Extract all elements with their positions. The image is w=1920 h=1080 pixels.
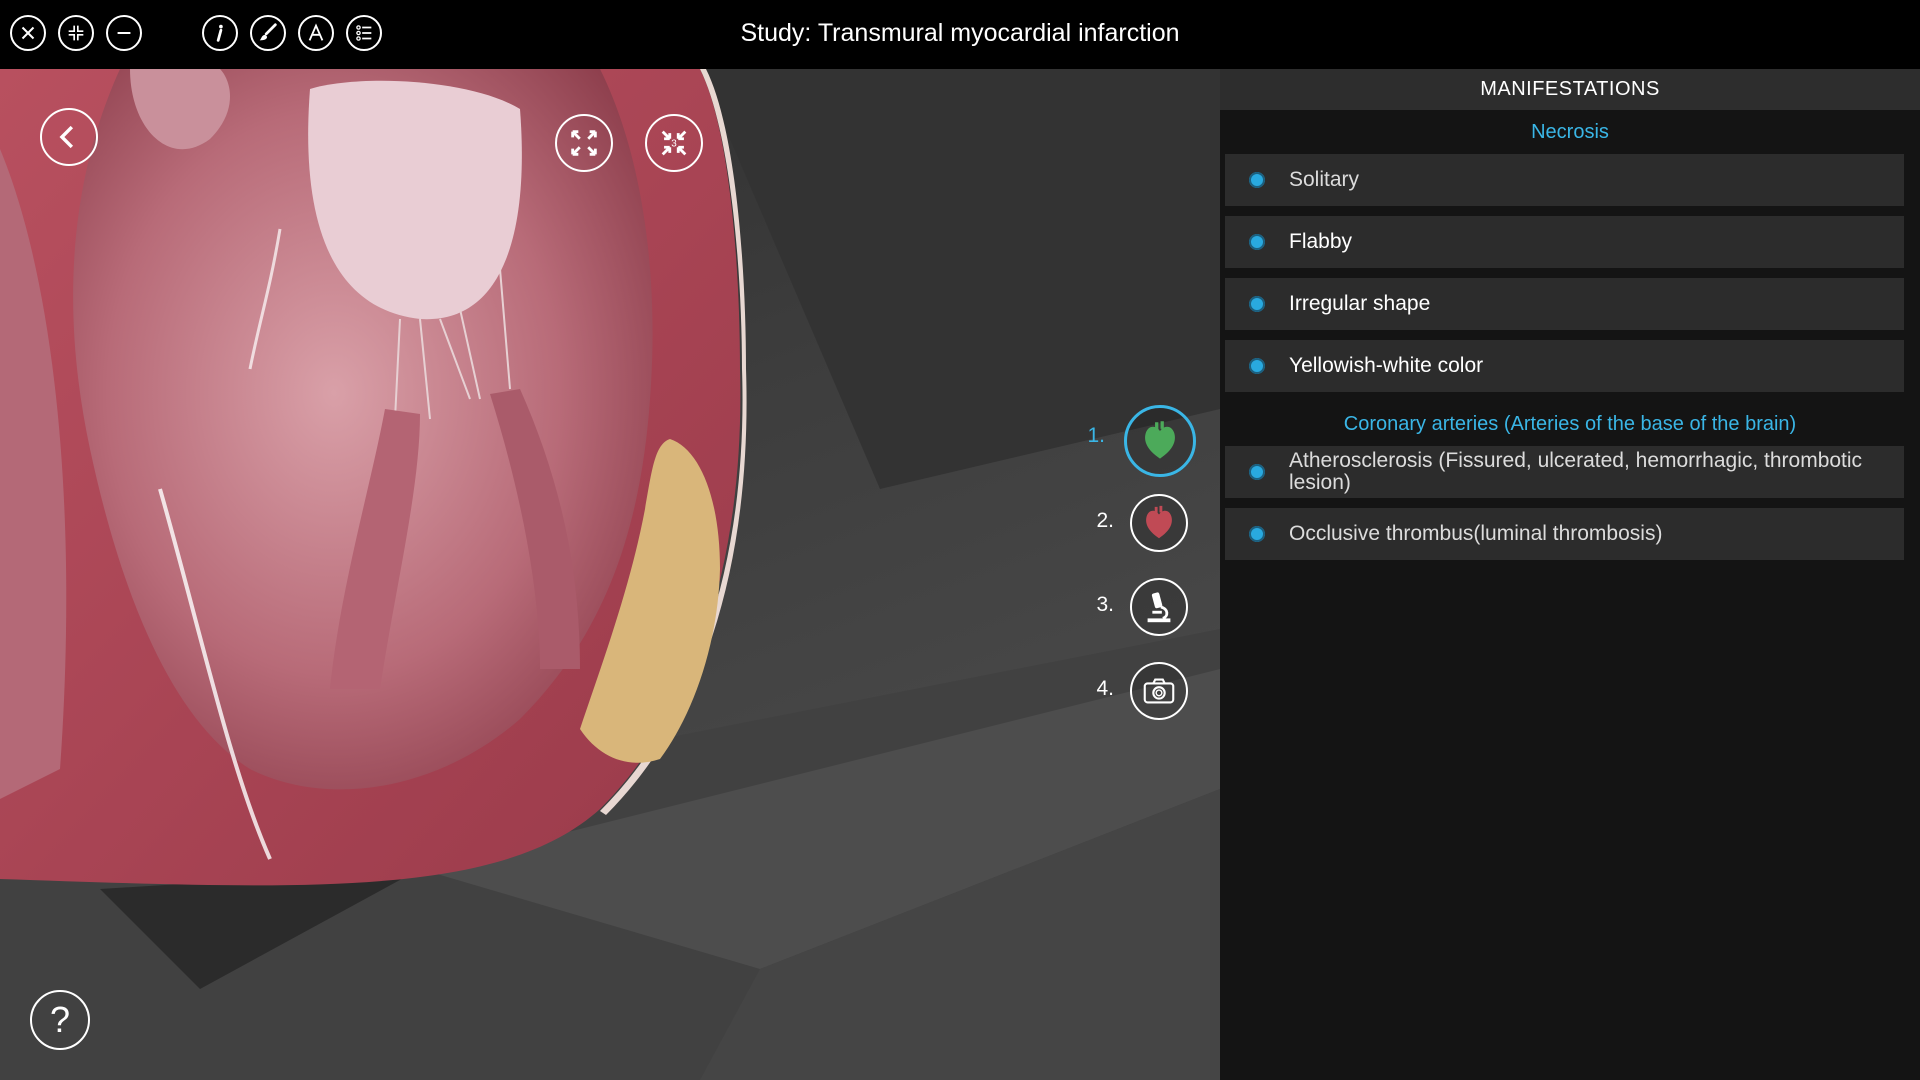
item-label: Irregular shape [1289, 292, 1431, 315]
step-3-microscope-button[interactable] [1130, 578, 1188, 636]
manifestation-item[interactable]: Flabby [1225, 216, 1904, 268]
list-icon[interactable] [346, 15, 382, 51]
camera-icon [1143, 678, 1175, 704]
section-title-necrosis: Necrosis [1531, 121, 1609, 143]
step-number-3: 3. [1096, 593, 1114, 616]
item-label: Flabby [1289, 230, 1353, 253]
3d-viewer[interactable]: 3 1. 2. 3. 4. [0, 69, 1220, 1080]
panel-header: MANIFESTATIONS [1220, 69, 1920, 110]
microscope-icon [1147, 592, 1171, 623]
bullet-icon [1249, 526, 1265, 542]
text-label-icon[interactable] [298, 15, 334, 51]
item-label: Solitary [1289, 168, 1360, 191]
page-title: Study: Transmural myocardial infarction [740, 19, 1180, 47]
bullet-icon [1249, 172, 1265, 188]
minimize-icon[interactable] [106, 15, 142, 51]
step-number-4: 4. [1096, 677, 1114, 700]
section-title-coronary-arteries: Coronary arteries (Arteries of the base … [1343, 413, 1797, 435]
bullet-icon [1249, 296, 1265, 312]
item-label: Atherosclerosis (Fissured, ulcerated, he… [1289, 449, 1863, 494]
step-number-1: 1. [1087, 424, 1105, 447]
back-button[interactable] [40, 108, 98, 166]
item-label: Yellowish-white color [1289, 354, 1484, 377]
close-icon[interactable] [10, 15, 46, 51]
manifestation-item[interactable]: Irregular shape [1225, 278, 1904, 330]
bullet-icon [1249, 234, 1265, 250]
heart-icon [1145, 421, 1175, 459]
step-4-camera-button[interactable] [1130, 662, 1188, 720]
bullet-icon [1249, 464, 1265, 480]
item-label: Occlusive thrombus(luminal thrombosis) [1289, 522, 1663, 545]
manifestation-item[interactable]: Atherosclerosis (Fissured, ulcerated, he… [1225, 446, 1904, 498]
manifestation-item[interactable]: Yellowish-white color [1225, 340, 1904, 392]
shrink-button[interactable]: 3 [645, 114, 703, 172]
shrink-badge: 3 [671, 139, 677, 150]
bullet-icon [1249, 358, 1265, 374]
collapse-icon[interactable] [58, 15, 94, 51]
manifestation-item[interactable]: Solitary [1225, 154, 1904, 206]
manifestations-panel: MANIFESTATIONS Necrosis Solitary Flabby … [1220, 69, 1920, 1080]
heart-model [0, 69, 1220, 1080]
step-1-heart-button[interactable] [1124, 405, 1196, 477]
brush-icon[interactable] [250, 15, 286, 51]
heart-icon [1146, 505, 1172, 539]
manifestation-item[interactable]: Occlusive thrombus(luminal thrombosis) [1225, 508, 1904, 560]
info-icon[interactable] [202, 15, 238, 51]
top-bar: Study: Transmural myocardial infarction [0, 0, 1920, 69]
help-button[interactable]: ? [30, 990, 90, 1050]
expand-button[interactable] [555, 114, 613, 172]
step-number-2: 2. [1096, 509, 1114, 532]
step-2-heart-button[interactable] [1130, 494, 1188, 552]
